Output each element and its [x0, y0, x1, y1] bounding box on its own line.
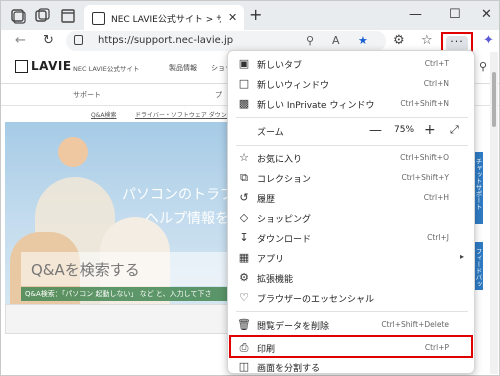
scrollbar[interactable]	[490, 52, 498, 374]
menu-item-downloads[interactable]: ↧ ダウンロード Ctrl+J	[228, 228, 474, 248]
print-highlight-box	[229, 335, 473, 358]
title-bar: NEC LAVIE公式サイト > サービス＆サ ✕ + — ☐ ✕	[0, 0, 500, 31]
refresh-icon[interactable]: ↻	[43, 33, 54, 48]
inprivate-icon: ▩	[238, 97, 250, 110]
settings-menu: ▣ 新しいタブ Ctrl+T □ 新しいウィンドウ Ctrl+N ▩ 新しい I…	[227, 50, 475, 374]
favorites-icon: ☆	[239, 151, 249, 164]
content-card	[5, 304, 230, 334]
favorite-star-icon[interactable]: ★	[358, 34, 368, 47]
subnav-support[interactable]: サポート	[73, 90, 101, 100]
profile-icon[interactable]	[9, 7, 27, 25]
menu-separator	[236, 311, 468, 312]
workspaces-icon[interactable]	[33, 7, 51, 25]
menu-item-inprivate[interactable]: ▩ 新しい InPrivate ウィンドウ Ctrl+Shift+N	[228, 94, 474, 114]
lock-icon[interactable]	[74, 35, 83, 45]
maximize-button[interactable]: ☐	[449, 7, 461, 22]
zoom-out-button[interactable]: —	[369, 123, 382, 138]
lavie-logo[interactable]: LAVIE	[15, 59, 71, 75]
menu-item-history[interactable]: ↺ 履歴 Ctrl+H	[228, 188, 474, 208]
read-aloud-icon[interactable]: A	[332, 34, 340, 47]
site-search-icon[interactable]: ⚲	[479, 60, 487, 73]
link-driver[interactable]: ドライバー・ソフトウェア ダウンロ	[135, 110, 233, 119]
site-subtitle: NEC LAVIE公式サイト	[73, 65, 140, 73]
split-screen-icon: ◫	[238, 360, 250, 373]
back-icon[interactable]: ←	[15, 33, 26, 48]
shopping-icon: ◇	[239, 211, 249, 224]
menu-item-shopping[interactable]: ◇ ショッピング	[228, 208, 474, 228]
menu-separator	[236, 117, 468, 118]
favorites-toolbar-icon[interactable]: ☆	[421, 33, 433, 48]
site-favicon-icon	[92, 12, 105, 25]
new-tab-icon: ▣	[238, 57, 250, 70]
vertical-tabs-icon[interactable]	[59, 7, 77, 25]
zoom-in-button[interactable]: +	[424, 122, 436, 138]
link-qa[interactable]: Q&A検索	[91, 110, 117, 119]
menu-item-new-tab[interactable]: ▣ 新しいタブ Ctrl+T	[228, 54, 474, 74]
fullscreen-icon[interactable]: ⤢	[450, 123, 459, 137]
hero-text: ヘルプ情報を	[145, 211, 229, 227]
collections-icon: ⧉	[240, 171, 248, 184]
navigation-bar: ← ↻ https://support.nec-lavie.jp ⚲ A ★ ⚙…	[0, 30, 500, 52]
delete-data-icon: 🗑	[237, 318, 251, 331]
tab-title: NEC LAVIE公式サイト > サービス＆サ	[111, 15, 221, 25]
extensions-icon: ⚙	[239, 271, 249, 284]
scroll-thumb[interactable]	[492, 72, 496, 127]
menu-item-apps[interactable]: ▦ アプリ ▸	[228, 248, 474, 268]
qa-search-input[interactable]: Q&Aを検索する	[21, 252, 231, 286]
qa-hint-strip: Q&A検索：「パソコン 起動しない」 など と、入力して下さ	[21, 287, 241, 301]
nav-products[interactable]: 製品情報	[169, 63, 197, 73]
menu-item-collections[interactable]: ⧉ コレクション Ctrl+Shift+Y	[228, 168, 474, 188]
menu-item-clear-data[interactable]: 🗑 閲覧データを削除 Ctrl+Shift+Delete	[228, 315, 474, 335]
menu-item-split-screen[interactable]: ◫ 画面を分割する	[228, 357, 474, 373]
essentials-icon: ♡	[239, 291, 249, 304]
copilot-icon[interactable]: ✦	[483, 33, 494, 48]
zoom-value: 75%	[394, 125, 415, 135]
menu-item-extensions[interactable]: ⚙ 拡張機能	[228, 268, 474, 288]
menu-item-favorites[interactable]: ☆ お気に入り Ctrl+Shift+O	[228, 148, 474, 168]
url-text[interactable]: https://support.nec-lavie.jp	[98, 35, 233, 46]
menu-item-zoom: ズーム — 75% + ⤢	[228, 121, 474, 141]
hero-photo-child	[58, 137, 88, 167]
address-bar[interactable]: https://support.nec-lavie.jp ⚲ A ★	[66, 31, 386, 51]
extensions-toolbar-icon[interactable]: ⚙	[393, 33, 405, 48]
download-icon: ↧	[239, 231, 249, 244]
menu-item-new-window[interactable]: □ 新しいウィンドウ Ctrl+N	[228, 74, 474, 94]
menu-item-essentials[interactable]: ♡ ブラウザーのエッセンシャル	[228, 288, 474, 308]
zoom-label: ズーム	[257, 128, 284, 138]
submenu-arrow-icon: ▸	[459, 252, 464, 261]
apps-icon: ▦	[238, 251, 250, 264]
tab-active[interactable]: NEC LAVIE公式サイト > サービス＆サ ✕	[84, 5, 244, 31]
close-button[interactable]: ✕	[481, 7, 492, 22]
tab-close-icon[interactable]: ✕	[228, 11, 237, 24]
subnav-other[interactable]: プ	[215, 90, 222, 100]
new-tab-button[interactable]: +	[249, 5, 262, 24]
minimize-button[interactable]: —	[409, 7, 422, 22]
history-icon: ↺	[239, 191, 249, 204]
zoom-indicator-icon[interactable]: ⚲	[306, 34, 314, 47]
menu-separator	[236, 145, 468, 146]
new-window-icon: □	[238, 77, 250, 90]
